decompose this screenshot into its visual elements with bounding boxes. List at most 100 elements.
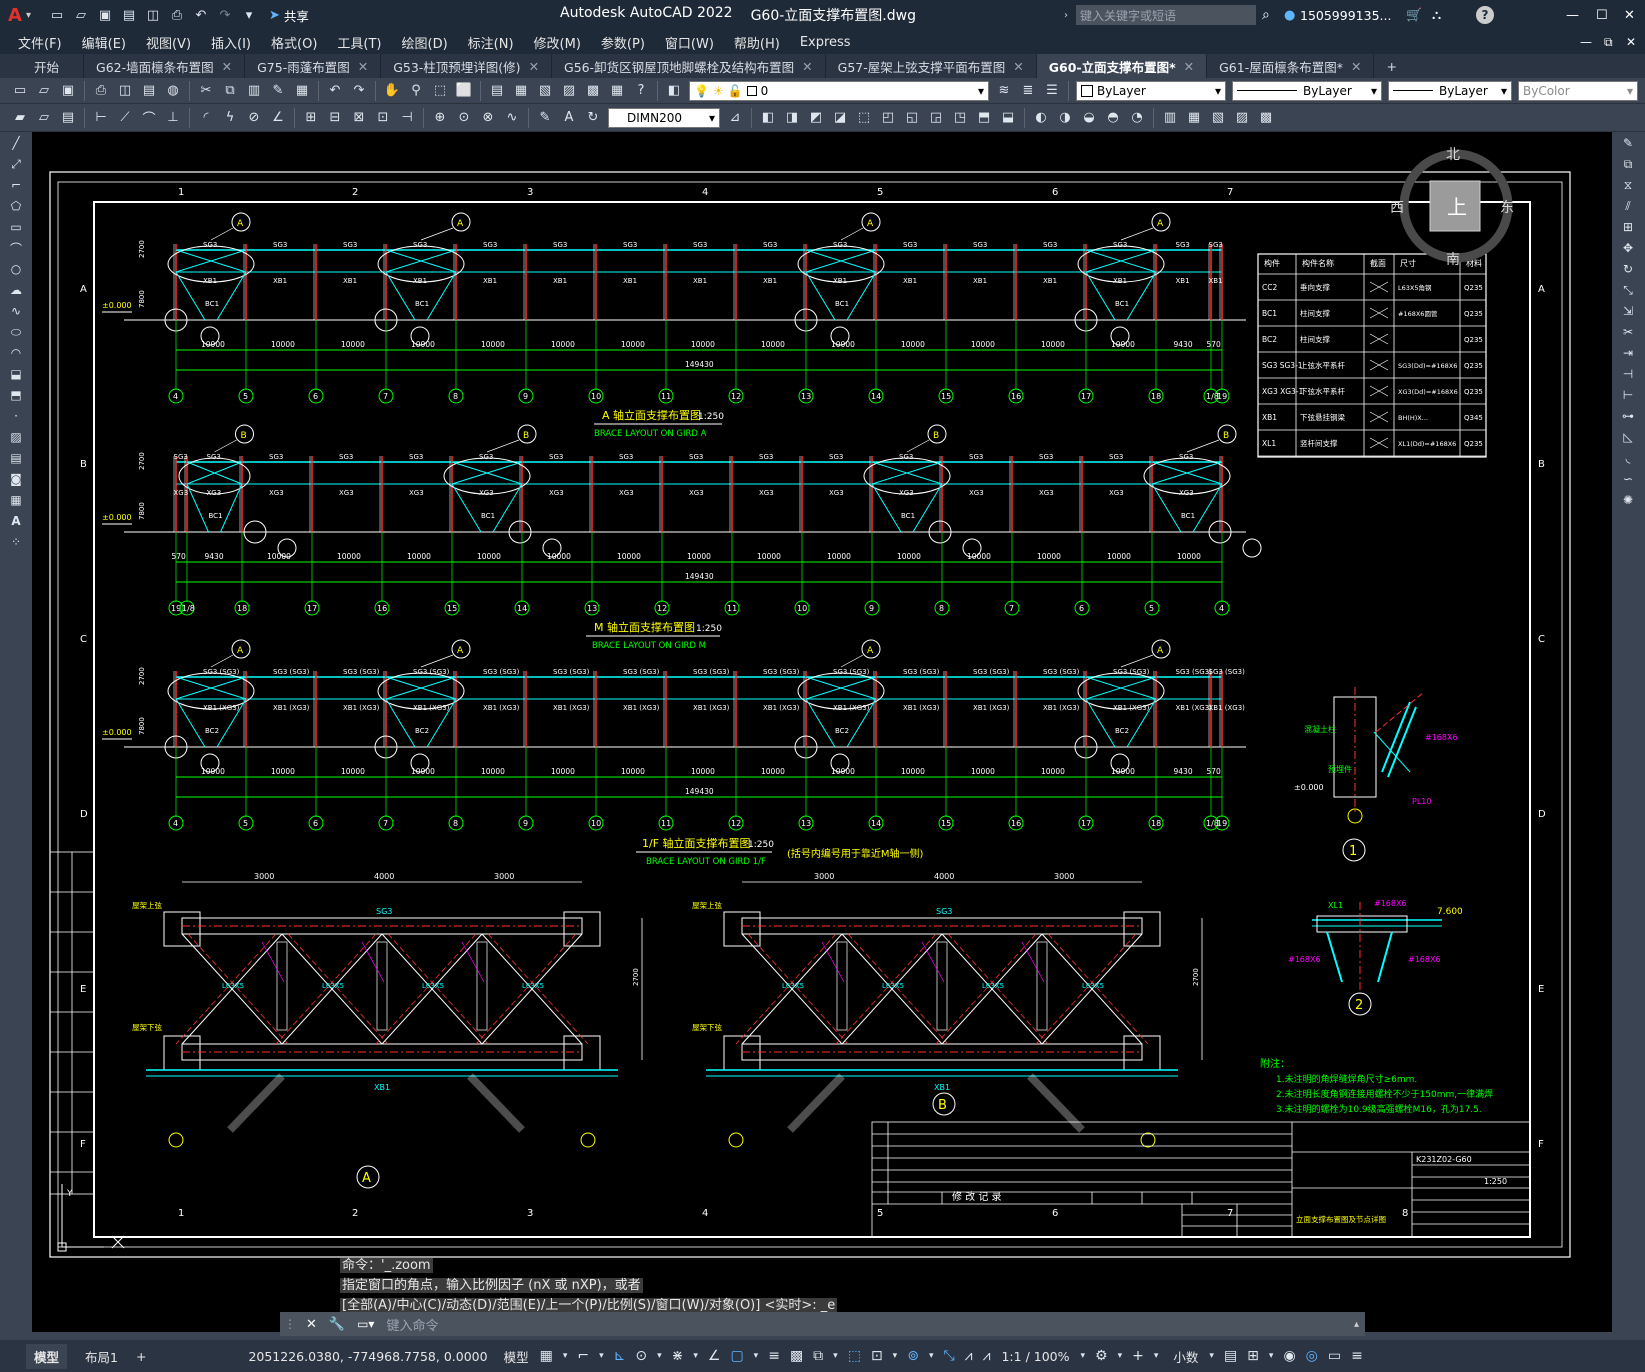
view-5-icon[interactable]: ▩ — [1256, 108, 1276, 128]
polar-icon[interactable]: ⊙ — [635, 1348, 647, 1364]
copy-icon[interactable]: ⧉ — [1617, 154, 1639, 174]
move-icon[interactable]: ✥ — [1617, 238, 1639, 258]
dim-angular-icon[interactable]: ∠ — [268, 108, 288, 128]
render-3-icon[interactable]: ◒ — [1079, 108, 1099, 128]
snap-icon[interactable]: ⌐ — [577, 1348, 589, 1364]
menu-parametric[interactable]: 参数(P) — [591, 33, 655, 52]
dim-linear-icon[interactable]: ⊢ — [91, 108, 111, 128]
undo-icon[interactable]: ↶ — [191, 5, 211, 25]
break-icon[interactable]: ⊣ — [397, 108, 417, 128]
autodesk-a360-icon[interactable]: ⛬ — [1432, 8, 1441, 23]
chamfer-icon[interactable]: ◺ — [1617, 427, 1639, 447]
cmd-recent-icon[interactable]: ▭▾ — [357, 1317, 374, 1331]
render-5-icon[interactable]: ◔ — [1127, 108, 1147, 128]
zoom-realtime-icon[interactable]: ⚲ — [406, 81, 426, 101]
view-1-icon[interactable]: ▥ — [1160, 108, 1180, 128]
array-icon[interactable]: ⊞ — [1617, 217, 1639, 237]
inspect-icon[interactable]: ⊗ — [478, 108, 498, 128]
circle-icon[interactable]: ○ — [5, 259, 27, 279]
otrack-icon[interactable]: ∠ — [708, 1348, 721, 1364]
linetype-dropdown[interactable]: ByLayer ▾ — [1232, 80, 1382, 101]
customize-icon[interactable]: ≡ — [1351, 1348, 1363, 1364]
dropdown-icon[interactable]: ▾ — [563, 1351, 568, 1361]
color-dropdown[interactable]: ByLayer ▾ — [1076, 80, 1226, 101]
tab-g60[interactable]: G60-立面支撑布置图* ✕ — [1036, 54, 1208, 78]
menu-insert[interactable]: 插入(I) — [201, 33, 261, 52]
dropdown-icon[interactable]: ▾ — [1269, 1351, 1274, 1361]
app-logo[interactable]: A — [8, 5, 22, 26]
globe-icon[interactable]: ◍ — [163, 81, 183, 101]
viewcube-south[interactable]: 南 — [1446, 252, 1460, 268]
render-4-icon[interactable]: ◓ — [1103, 108, 1123, 128]
tab-close-icon[interactable]: ✕ — [358, 59, 368, 74]
render-1-icon[interactable]: ◐ — [1031, 108, 1051, 128]
dropdown-icon[interactable]: ▾ — [1154, 1351, 1159, 1361]
region-icon[interactable]: ◙ — [5, 469, 27, 489]
table-icon[interactable]: ▦ — [5, 490, 27, 510]
dimstyle-dropdown[interactable]: DIMN200 ▾ — [608, 107, 720, 128]
tolerance-icon[interactable]: ⊕ — [430, 108, 450, 128]
view-3-icon[interactable]: ▧ — [1208, 108, 1228, 128]
coordinates[interactable]: 2051226.0380, -774968.7758, 0.0000 — [248, 1349, 487, 1364]
view-4-icon[interactable]: ▨ — [1232, 108, 1252, 128]
dropdown-icon[interactable]: ▾ — [1081, 1351, 1086, 1361]
pan-icon[interactable]: ✋ — [382, 81, 402, 101]
layer-state-icon[interactable]: ☰ — [1042, 81, 1062, 101]
selection-filter-icon[interactable]: ⊚ — [907, 1348, 919, 1364]
dropdown-icon[interactable]: ▾ — [657, 1351, 662, 1361]
add-layout-button[interactable]: + — [136, 1349, 146, 1364]
break-point-icon[interactable]: ⊣ — [1617, 364, 1639, 384]
close-icon[interactable]: ✕ — [1624, 8, 1635, 23]
layer-props-icon[interactable]: ◧ — [664, 81, 684, 101]
command-input[interactable]: 键入命令 — [386, 1315, 438, 1334]
dropdown-icon[interactable]: ▾ — [1209, 1351, 1214, 1361]
isolate-icon[interactable]: ◉ — [1283, 1348, 1295, 1364]
blockeditor-icon[interactable]: ▦ — [292, 81, 312, 101]
erase-icon[interactable]: ✎ — [1617, 133, 1639, 153]
cut-icon[interactable]: ✂ — [196, 81, 216, 101]
tab-g56[interactable]: G56-卸货区钢屋顶地脚螺栓及结构布置图 ✕ — [552, 54, 826, 78]
annotation-scale[interactable]: 1:1 / 100% — [1001, 1349, 1069, 1364]
tab-g61[interactable]: G61-屋面檩条布置图* ✕ — [1207, 54, 1375, 78]
tab-start[interactable]: 开始 — [0, 54, 85, 78]
maximize-icon[interactable]: ☐ — [1596, 8, 1608, 23]
rotate-icon[interactable]: ↻ — [1617, 259, 1639, 279]
selection-cycling-icon[interactable]: ⧉ — [813, 1348, 823, 1364]
gradient-icon[interactable]: ▤ — [5, 448, 27, 468]
annotation-visibility-icon[interactable]: ⩘ — [965, 1348, 973, 1364]
continue-icon[interactable]: ⊠ — [349, 108, 369, 128]
dimstyle-icon[interactable]: ⊿ — [725, 108, 745, 128]
cmd-scroll-icon[interactable]: ▴ — [1354, 1319, 1359, 1330]
pline-icon[interactable]: ⌐ — [5, 175, 27, 195]
dim-diameter-icon[interactable]: ⊘ — [244, 108, 264, 128]
dropdown-icon[interactable]: ▾ — [754, 1351, 759, 1361]
publish-icon[interactable]: ▤ — [139, 81, 159, 101]
search-arrow-icon[interactable]: › — [1064, 10, 1068, 21]
make-current-icon[interactable]: ≋ — [994, 81, 1014, 101]
new-icon[interactable]: ▭ — [47, 5, 67, 25]
drawing-canvas[interactable]: 1122334455667788 AABBCCDDEEFF SG3 XB1 SG3 X… — [32, 132, 1612, 1332]
menu-tools[interactable]: 工具(T) — [327, 33, 391, 52]
dropdown-icon[interactable]: ▾ — [929, 1351, 934, 1361]
layout-tab-model[interactable]: 模型 — [26, 1343, 68, 1369]
polygon-icon[interactable]: ⬠ — [5, 196, 27, 216]
dropdown-icon[interactable]: ▾ — [833, 1351, 838, 1361]
menu-help[interactable]: 帮助(H) — [724, 33, 790, 52]
cart-icon[interactable]: 🛒 — [1406, 8, 1422, 23]
ortho-icon[interactable]: ⊾ — [614, 1348, 626, 1364]
dropdown-icon[interactable]: ▾ — [893, 1351, 898, 1361]
hatch-icon[interactable]: ▨ — [5, 427, 27, 447]
menu-draw[interactable]: 绘图(D) — [392, 33, 458, 52]
dim-ordinate-icon[interactable]: ⊥ — [163, 108, 183, 128]
user-name[interactable]: 1505999135... — [1300, 8, 1391, 23]
dim-radius-icon[interactable]: ◜ — [196, 108, 216, 128]
plot-icon[interactable]: ⎙ — [167, 5, 187, 25]
3d-9-icon[interactable]: ◳ — [950, 108, 970, 128]
trim-icon[interactable]: ✂ — [1617, 322, 1639, 342]
3d-5-icon[interactable]: ⬚ — [854, 108, 874, 128]
menu-window[interactable]: 窗口(W) — [655, 33, 724, 52]
annotation-monitor-icon[interactable]: + — [1132, 1348, 1144, 1364]
help-icon[interactable]: ? — [631, 81, 651, 101]
grid-icon[interactable]: ▦ — [540, 1348, 553, 1364]
open-icon[interactable]: ▱ — [71, 5, 91, 25]
